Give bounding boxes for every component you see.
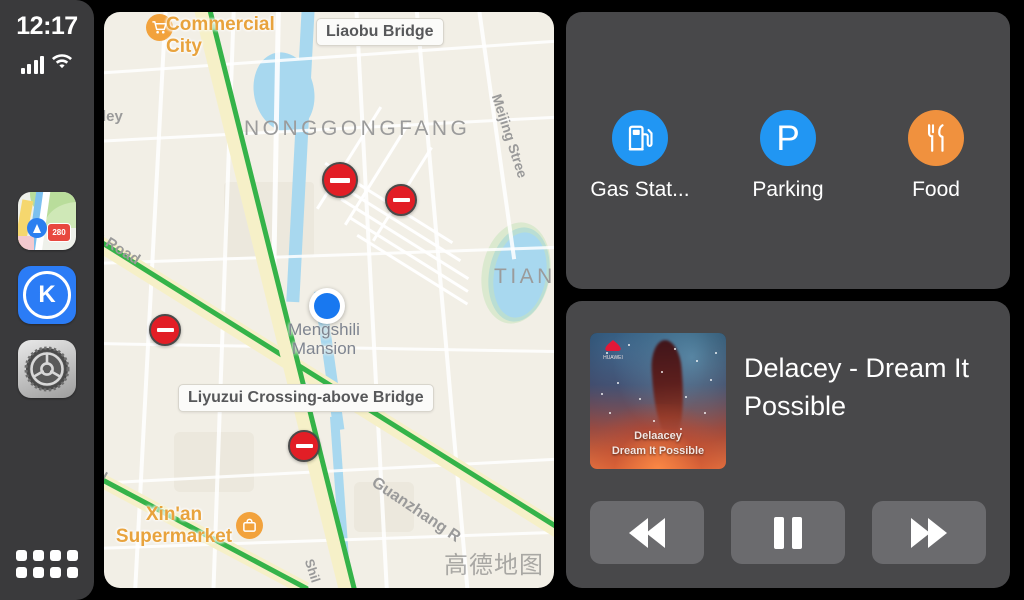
- album-title-text: Dream It Possible: [611, 445, 705, 457]
- kugou-app-icon[interactable]: K: [18, 266, 76, 324]
- no-entry-marker[interactable]: [288, 430, 320, 462]
- quick-actions-row: Gas Stat... P Parking Food: [566, 110, 1010, 202]
- quick-action-food[interactable]: Food: [866, 110, 1006, 202]
- album-artist-text: Delaacey: [634, 430, 682, 442]
- place-label-line2: Mansion: [291, 339, 357, 358]
- poi-name-line2: Supermarket: [115, 526, 233, 547]
- maps-icon-pink-area: [18, 236, 34, 250]
- quick-action-parking[interactable]: P Parking: [718, 110, 858, 202]
- map-poi-label: Xin'an Supermarket: [104, 504, 254, 548]
- no-entry-marker[interactable]: [385, 184, 417, 216]
- navigation-arrow-icon: [27, 218, 47, 238]
- fork-knife-icon: [908, 110, 964, 166]
- media-panel: HUAWEI Delaacey Dream It Possible Delace…: [566, 301, 1010, 588]
- map-bridge-label: Liaobu Bridge: [316, 18, 444, 46]
- place-label-line1: Mengshili: [288, 320, 360, 339]
- map-attribution: 高德地图: [444, 551, 544, 579]
- pause-icon: [774, 516, 802, 549]
- quick-action-label: Parking: [752, 178, 824, 201]
- no-entry-marker[interactable]: [322, 162, 358, 198]
- map-area-label: NONGGONGFANG: [244, 117, 471, 140]
- poi-name-line1: Xin'an: [145, 504, 203, 525]
- wifi-icon: [51, 52, 73, 74]
- map-area-label: TIAN: [494, 265, 554, 288]
- track-title: Delacey - Dream It Possible: [744, 353, 970, 421]
- kugou-logo-letter: K: [23, 271, 71, 319]
- carplay-screen: 12:17 280 K NONGGONGFANG TIAN Meijing St…: [0, 0, 1024, 600]
- user-location-label: Mengshili Mansion: [244, 320, 404, 358]
- map-poi-label: Commercial City: [166, 14, 316, 58]
- rewind-button[interactable]: [590, 501, 704, 564]
- gear-icon: [24, 346, 70, 392]
- no-entry-marker[interactable]: [149, 314, 181, 346]
- svg-text:HUAWEI: HUAWEI: [603, 355, 623, 361]
- cellular-signal-icon: [20, 56, 45, 74]
- poi-name-line1: Commercial: [166, 14, 275, 35]
- rewind-icon: [629, 517, 665, 548]
- settings-app-icon[interactable]: [18, 340, 76, 398]
- status-bar-icons: [0, 48, 94, 74]
- app-grid-icon[interactable]: [0, 550, 94, 578]
- maps-app-icon[interactable]: 280: [18, 192, 76, 250]
- quick-action-gas-station[interactable]: Gas Stat...: [570, 110, 710, 202]
- huawei-logo: HUAWEI: [596, 338, 630, 364]
- highway-shield-icon: 280: [47, 223, 71, 242]
- quick-action-label: Gas Stat...: [590, 178, 690, 201]
- album-art-text: Delaacey Dream It Possible: [590, 429, 726, 459]
- map-card[interactable]: NONGGONGFANG TIAN Meijing Stree g Road G…: [104, 12, 554, 588]
- album-art[interactable]: HUAWEI Delaacey Dream It Possible: [590, 333, 726, 469]
- media-controls: [590, 501, 986, 564]
- gas-pump-icon: [612, 110, 668, 166]
- poi-name-line2: City: [166, 36, 202, 57]
- user-location-dot: [309, 288, 345, 324]
- app-rail: 280 K: [0, 192, 94, 414]
- quick-action-label: Food: [912, 178, 960, 201]
- map-canvas[interactable]: NONGGONGFANG TIAN Meijing Stree g Road G…: [104, 12, 554, 588]
- map-block: [174, 432, 254, 492]
- quick-actions-panel: Gas Stat... P Parking Food: [566, 12, 1010, 289]
- map-crossing-label: Liyuzui Crossing-above Bridge: [178, 384, 434, 412]
- map-street-label: ley: [104, 108, 123, 125]
- parking-p-icon: P: [760, 110, 816, 166]
- sidebar: 12:17 280 K: [0, 0, 94, 600]
- fast-forward-button[interactable]: [872, 501, 986, 564]
- pause-button[interactable]: [731, 501, 845, 564]
- fast-forward-icon: [911, 517, 947, 548]
- status-bar-clock: 12:17: [16, 12, 78, 40]
